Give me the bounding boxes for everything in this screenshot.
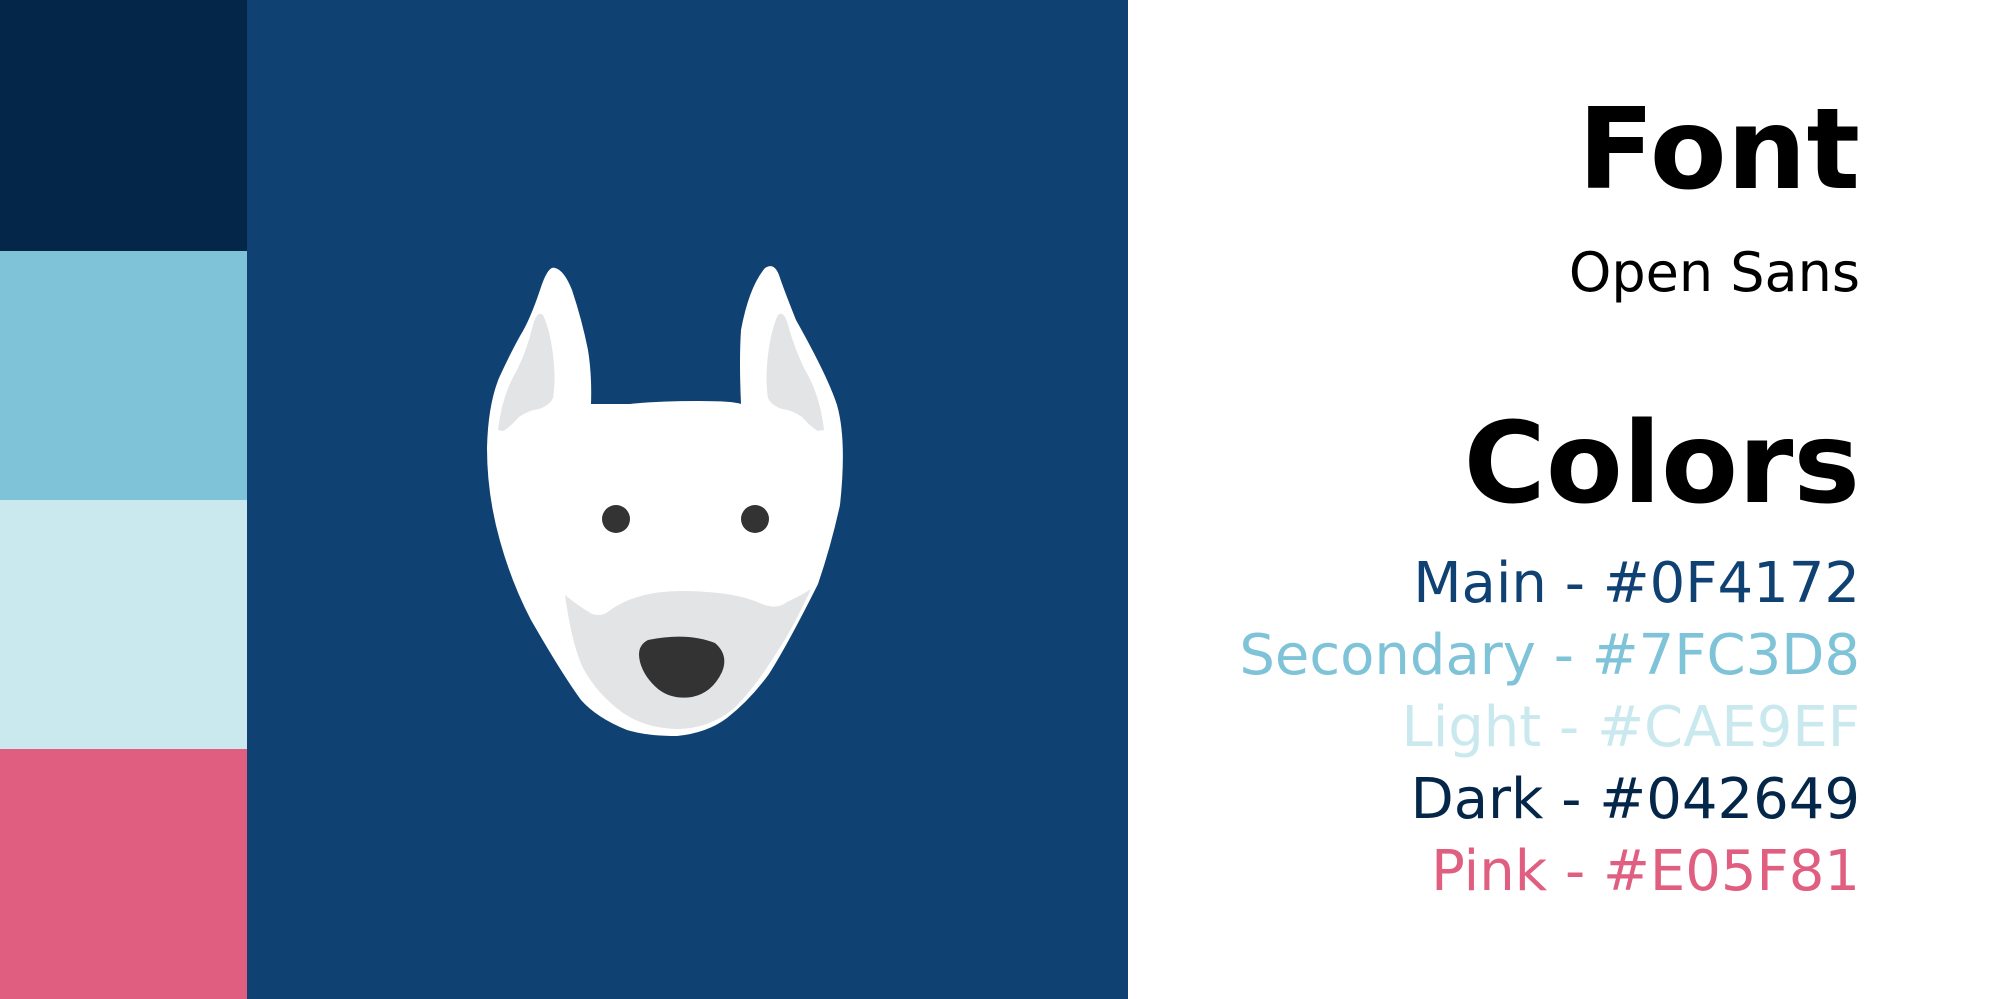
color-entry-light: Light - #CAE9EF — [1401, 695, 1861, 760]
color-entry-dark: Dark - #042649 — [1410, 767, 1860, 832]
typography-colors-panel: Font Open Sans Colors Main - #0F4172 Sec… — [1128, 0, 2000, 999]
swatch-light — [0, 500, 247, 749]
swatch-pink — [0, 749, 247, 999]
brand-style-guide: Font Open Sans Colors Main - #0F4172 Sec… — [0, 0, 2000, 999]
left-eye — [602, 505, 630, 533]
font-name: Open Sans — [1568, 241, 1860, 304]
font-heading: Font — [1577, 85, 1860, 215]
logo-panel — [247, 0, 1128, 999]
color-entry-secondary: Secondary - #7FC3D8 — [1239, 623, 1860, 688]
swatch-dark — [0, 0, 247, 251]
right-eye — [741, 505, 769, 533]
color-entry-main: Main - #0F4172 — [1413, 551, 1860, 616]
colors-heading: Colors — [1463, 399, 1860, 529]
color-swatch-column — [0, 0, 247, 999]
color-entry-pink: Pink - #E05F81 — [1431, 839, 1860, 904]
dog-face-icon — [487, 266, 843, 736]
swatch-secondary — [0, 251, 247, 500]
